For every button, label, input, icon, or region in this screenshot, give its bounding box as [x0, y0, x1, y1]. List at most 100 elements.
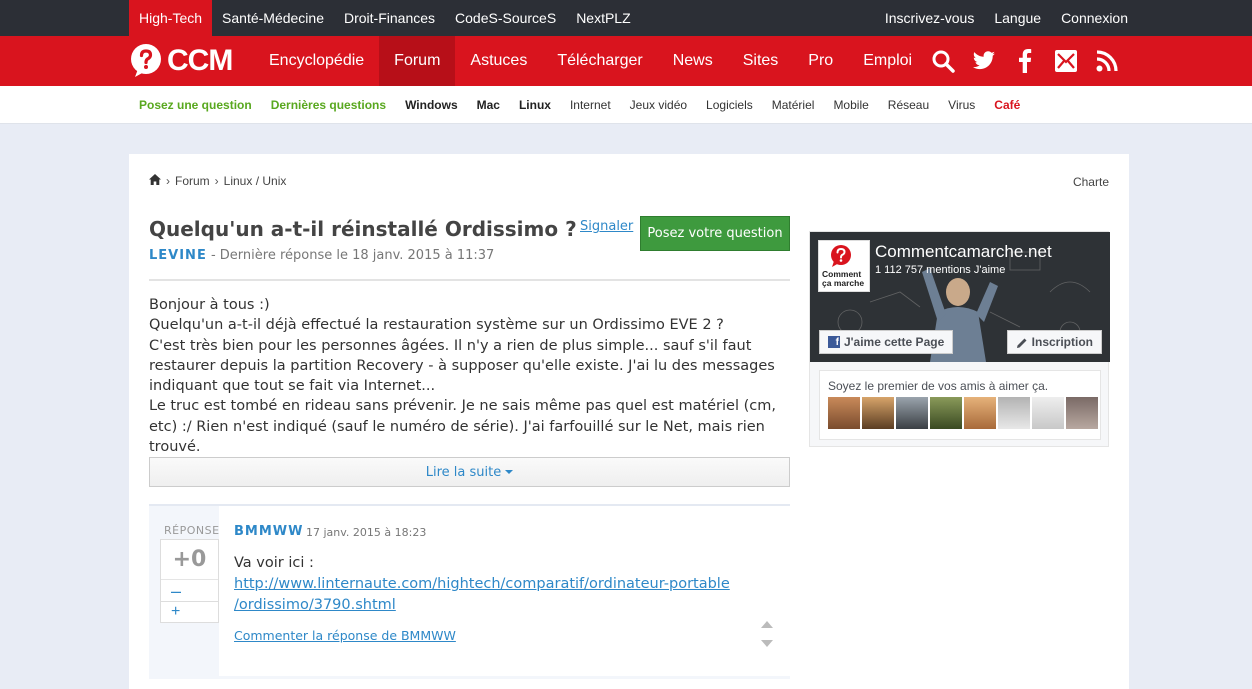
facebook-like-button[interactable]: f J'aime cette Page [819, 330, 954, 354]
facebook-subscribe-label: Inscription [1031, 335, 1093, 349]
network-link-nextplz[interactable]: NextPLZ [566, 0, 640, 36]
subnav-cafe[interactable]: Café [994, 98, 1020, 112]
facebook-friends-box: Soyez le premier de vos amis à aimer ça. [819, 370, 1101, 440]
subnav-latest-questions[interactable]: Dernières questions [271, 98, 386, 112]
subnav-linux[interactable]: Linux [519, 98, 551, 112]
nav-pro[interactable]: Pro [793, 36, 848, 86]
signup-link[interactable]: Inscrivez-vous [865, 0, 974, 36]
subnav-jeux-video[interactable]: Jeux vidéo [630, 98, 687, 112]
answer-author[interactable]: BMMWW [234, 524, 303, 539]
facebook-subscribe-button[interactable]: Inscription [1006, 330, 1102, 354]
login-link[interactable]: Connexion [1041, 0, 1128, 36]
facebook-cover: Comment ça marche Commentcamarche.net 1 … [810, 232, 1110, 362]
question-body-line: Quelqu'un a-t-il déjà effectué la restau… [149, 317, 724, 334]
search-icon[interactable] [926, 36, 960, 86]
twitter-icon[interactable] [967, 36, 1001, 86]
network-link-sante[interactable]: Santé-Médecine [212, 0, 334, 36]
network-link-high-tech[interactable]: High-Tech [129, 0, 213, 36]
ccm-logo[interactable]: CCM [129, 43, 233, 79]
comment-answer-link[interactable]: Commenter la réponse de BMMWW [234, 628, 456, 643]
subnav-materiel[interactable]: Matériel [772, 98, 815, 112]
breadcrumb-forum[interactable]: Forum [175, 174, 210, 188]
network-link-droit[interactable]: Droit-Finances [334, 0, 445, 36]
question-body-line: Le truc est tombé en rideau sans préveni… [149, 398, 776, 456]
subnav-ask-question[interactable]: Posez une question [139, 98, 252, 112]
facebook-like-label: J'aime cette Page [844, 335, 945, 349]
home-icon[interactable] [149, 174, 161, 188]
vote-down-button[interactable]: – [161, 580, 218, 602]
nav-sites[interactable]: Sites [728, 36, 794, 86]
nav-telecharger[interactable]: Télécharger [542, 36, 657, 86]
avatar[interactable] [1066, 397, 1098, 429]
network-link-codes-sources[interactable]: CodeS-SourceS [445, 0, 566, 36]
ask-question-button[interactable]: Posez votre question [640, 216, 790, 251]
subnav-windows[interactable]: Windows [405, 98, 458, 112]
report-link[interactable]: Signaler [580, 219, 633, 234]
nav-emploi[interactable]: Emploi [848, 36, 927, 86]
facebook-friends-text: Soyez le premier de vos amis à aimer ça. [828, 379, 1049, 393]
answer-label: RÉPONSE [164, 524, 220, 537]
read-more-button[interactable]: Lire la suite [149, 457, 790, 487]
avatar[interactable] [964, 397, 996, 429]
sub-nav-bar: Posez une question Dernières questions W… [0, 86, 1252, 124]
answer-text: Va voir ici : http://www.linternaute.com… [234, 553, 734, 616]
charte-link[interactable]: Charte [1073, 175, 1109, 189]
nav-arrows [761, 621, 775, 647]
answer-text-line: Va voir ici : [234, 555, 314, 571]
subnav-mac[interactable]: Mac [477, 98, 500, 112]
avatar[interactable] [828, 397, 860, 429]
breadcrumb-linux-unix[interactable]: Linux / Unix [224, 174, 287, 188]
subnav-internet[interactable]: Internet [570, 98, 611, 112]
divider [149, 279, 790, 281]
answer-date: 17 janv. 2015 à 18:23 [306, 526, 427, 539]
social-icons [926, 36, 1131, 86]
question-title: Quelqu'un a-t-il réinstallé Ordissimo ? [149, 217, 577, 241]
read-more-label: Lire la suite [425, 464, 502, 480]
answer-link-line: /ordissimo/3790.shtml [234, 597, 396, 613]
nav-astuces[interactable]: Astuces [455, 36, 542, 86]
avatar[interactable] [1032, 397, 1064, 429]
nav-news[interactable]: News [658, 36, 728, 86]
facebook-fan-avatars [828, 397, 1100, 429]
facebook-page-name[interactable]: Commentcamarche.net [875, 242, 1052, 262]
main-nav-bar: CCM Encyclopédie Forum Astuces Télécharg… [0, 36, 1252, 86]
subnav-reseau[interactable]: Réseau [888, 98, 929, 112]
nav-encyclopedie[interactable]: Encyclopédie [254, 36, 379, 86]
facebook-f-icon: f [828, 336, 840, 348]
logo-text: CCM [167, 44, 233, 77]
avatar[interactable] [998, 397, 1030, 429]
subnav-virus[interactable]: Virus [948, 98, 975, 112]
facebook-icon[interactable] [1008, 36, 1042, 86]
vote-box: +0 – + [160, 539, 219, 623]
nav-forum[interactable]: Forum [379, 36, 456, 86]
subnav-logiciels[interactable]: Logiciels [706, 98, 753, 112]
caret-down-icon [505, 470, 514, 474]
network-links: High-Tech Santé-Médecine Droit-Finances … [129, 0, 641, 36]
arrow-up-icon[interactable] [761, 621, 773, 628]
subnav-mobile[interactable]: Mobile [833, 98, 868, 112]
answer-link-line: http://www.linternaute.com/hightech/comp… [234, 576, 730, 592]
top-bar: High-Tech Santé-Médecine Droit-Finances … [0, 0, 1252, 36]
pencil-icon [1016, 335, 1032, 349]
answer-block: RÉPONSE +0 – + BMMWW 17 janv. 2015 à 18:… [149, 504, 790, 679]
sub-nav: Posez une question Dernières questions W… [139, 86, 1039, 124]
rss-icon[interactable] [1090, 36, 1124, 86]
answer-link[interactable]: http://www.linternaute.com/hightech/comp… [234, 576, 730, 613]
vote-up-button[interactable]: + [161, 602, 218, 622]
ccm-page-logo[interactable]: Comment ça marche [818, 240, 870, 292]
question-body-line: Bonjour à tous :) [149, 297, 270, 313]
breadcrumb-separator-icon: › [214, 174, 219, 188]
vote-score: +0 [161, 540, 218, 580]
account-links: Inscrivez-vous Langue Connexion [865, 0, 1128, 36]
avatar[interactable] [930, 397, 962, 429]
question-body-line: C'est très bien pour les personnes âgées… [149, 337, 775, 395]
avatar[interactable] [862, 397, 894, 429]
question-author[interactable]: LEVINE [149, 248, 207, 263]
avatar[interactable] [896, 397, 928, 429]
mail-icon[interactable] [1049, 36, 1083, 86]
arrow-down-icon[interactable] [761, 640, 773, 647]
breadcrumb: › Forum › Linux / Unix [149, 174, 286, 188]
language-link[interactable]: Langue [974, 0, 1041, 36]
facebook-like-count: 1 112 757 mentions J'aime [875, 264, 1006, 276]
question-last-reply: - Dernière réponse le 18 janv. 2015 à 11… [206, 248, 495, 263]
